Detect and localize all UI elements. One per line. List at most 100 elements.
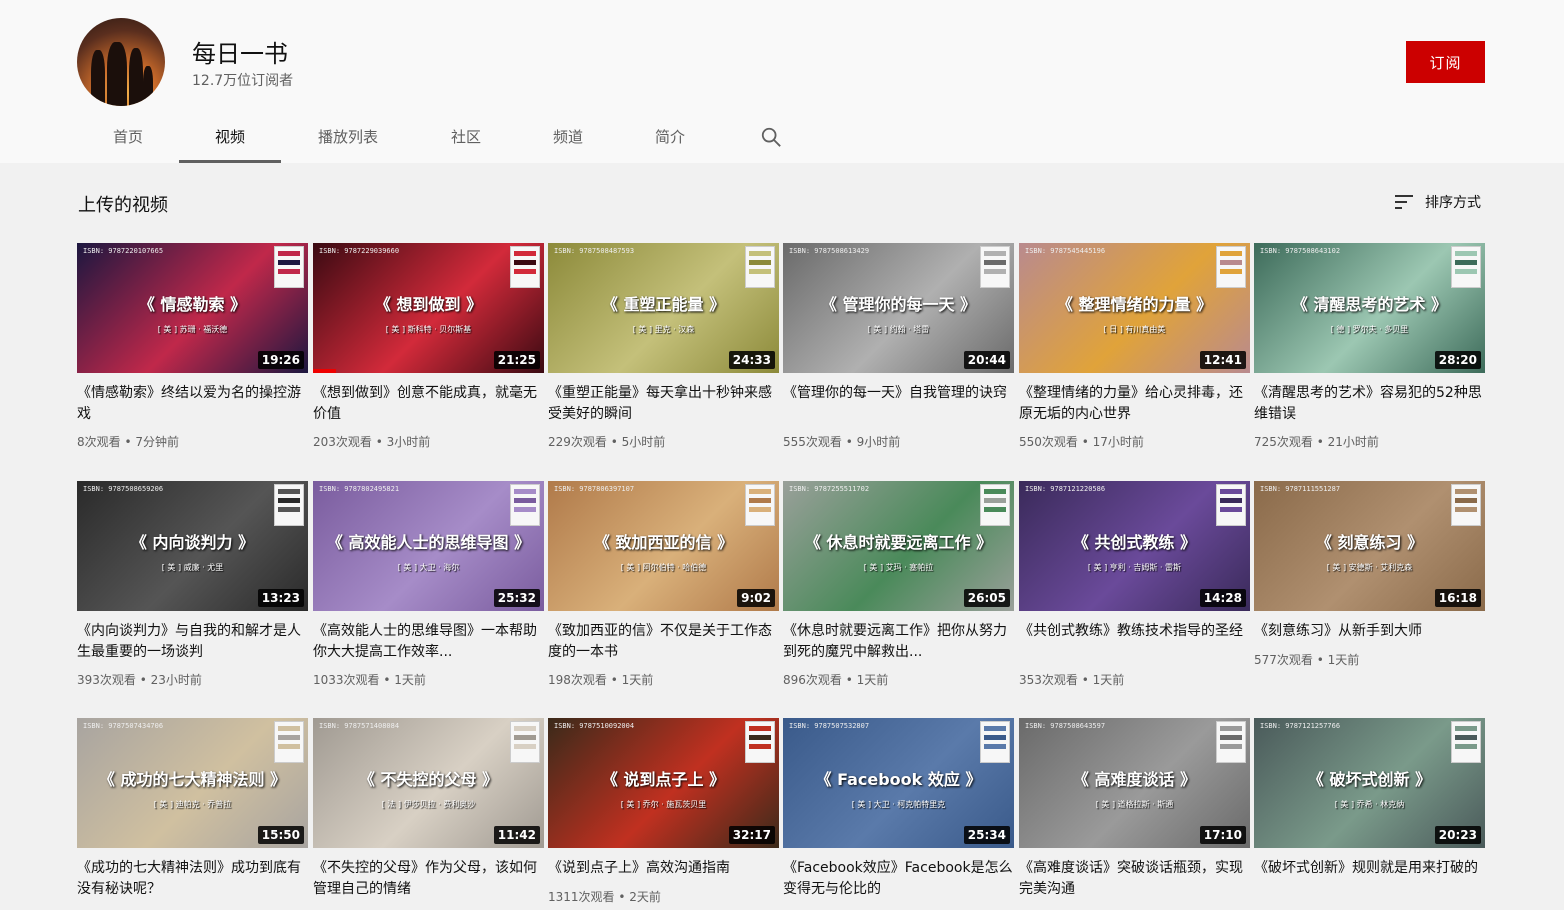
video-card[interactable]: ISBN: 9787508643102 《 清醒思考的艺术 》 [ 德 ] 罗尔夫 … bbox=[1254, 243, 1485, 450]
video-title[interactable]: 《成功的七大精神法则》成功到底有没有秘诀呢？ bbox=[77, 858, 308, 900]
thumbnail-isbn: ISBN: 9787121257766 bbox=[1260, 722, 1341, 730]
tab-channels[interactable]: 频道 bbox=[518, 116, 618, 163]
video-thumbnail[interactable]: ISBN: 9787802495821 《 高效能人士的思维导图 》 [ 美 ] 大… bbox=[313, 481, 544, 611]
video-card[interactable]: ISBN: 9787255511702 《 休息时就要远离工作 》 [ 美 ] 艾玛… bbox=[783, 481, 1014, 688]
video-card[interactable]: ISBN: 9787507532807 《 Facebook 效应 》 [ 美 ] … bbox=[783, 718, 1014, 900]
video-title[interactable]: 《内向谈判力》与自我的和解才是人生最重要的一场谈判 bbox=[77, 621, 308, 663]
video-thumbnail[interactable]: ISBN: 9787571408084 《 不失控的父母 》 [ 法 ] 伊莎贝拉 … bbox=[313, 718, 544, 848]
view-count: 203次观看 bbox=[313, 435, 372, 449]
video-thumbnail[interactable]: ISBN: 9787507532807 《 Facebook 效应 》 [ 美 ] … bbox=[783, 718, 1014, 848]
video-title[interactable]: 《管理你的每一天》自我管理的诀窍 bbox=[783, 383, 1014, 425]
thumbnail-isbn: ISBN: 9787545445196 bbox=[1025, 247, 1106, 255]
book-cover-image bbox=[1216, 484, 1246, 526]
video-card[interactable]: ISBN: 9787545445196 《 整理情绪的力量 》 [ 日 ] 有川真由… bbox=[1019, 243, 1250, 450]
thumbnail-isbn: ISBN: 9787508643102 bbox=[1260, 247, 1341, 255]
tab-playlists[interactable]: 播放列表 bbox=[298, 116, 398, 163]
video-card[interactable]: ISBN: 9787806397107 《 致加西亚的信 》 [ 美 ] 阿尔伯特 … bbox=[548, 481, 779, 688]
video-title[interactable]: 《不失控的父母》作为父母，该如何管理自己的情绪 bbox=[313, 858, 544, 900]
video-duration: 13:23 bbox=[257, 589, 304, 607]
tab-home[interactable]: 首页 bbox=[78, 116, 178, 163]
video-thumbnail[interactable]: ISBN: 9787507434706 《 成功的七大精神法则 》 [ 美 ] 迪帕… bbox=[77, 718, 308, 848]
tab-videos[interactable]: 视频 bbox=[179, 116, 281, 163]
video-thumbnail[interactable]: ISBN: 9787508613429 《 管理你的每一天 》 [ 美 ] 约翰 ·… bbox=[783, 243, 1014, 373]
video-duration: 21:25 bbox=[493, 351, 540, 369]
subscribe-button[interactable]: 订阅 bbox=[1406, 41, 1485, 83]
thumbnail-isbn: ISBN: 9787220107665 bbox=[83, 247, 164, 255]
upload-age: 1天前 bbox=[1327, 653, 1360, 667]
thumbnail-author: [ 德 ] 罗尔夫 · 多贝里 bbox=[1330, 325, 1409, 334]
view-count: 198次观看 bbox=[548, 673, 607, 687]
sort-label: 排序方式 bbox=[1425, 195, 1481, 211]
video-title[interactable]: 《共创式教练》教练技术指导的圣经 bbox=[1019, 621, 1250, 663]
thumbnail-title: 《 Facebook 效应 》 bbox=[815, 770, 982, 789]
video-meta: 1033次观看 • 1天前 bbox=[313, 671, 544, 688]
tab-community[interactable]: 社区 bbox=[416, 116, 516, 163]
video-thumbnail[interactable]: ISBN: 9787508487593 《 重塑正能量 》 [ 美 ] 里克 · 汉… bbox=[548, 243, 779, 373]
thumbnail-isbn: ISBN: 9787806397107 bbox=[554, 485, 635, 493]
view-count: 393次观看 bbox=[77, 673, 136, 687]
video-thumbnail[interactable]: ISBN: 9787121220586 《 共创式教练 》 [ 美 ] 亨利 · 吉… bbox=[1019, 481, 1250, 611]
video-title[interactable]: 《休息时就要远离工作》把你从努力到死的魔咒中解救出... bbox=[783, 621, 1014, 663]
video-thumbnail[interactable]: ISBN: 9787508659206 《 内向谈判力 》 [ 美 ] 威廉 · 尤… bbox=[77, 481, 308, 611]
video-title[interactable]: 《清醒思考的艺术》容易犯的52种思维错误 bbox=[1254, 383, 1485, 425]
book-cover-image bbox=[1451, 721, 1481, 763]
thumbnail-isbn: ISBN: 9787508643597 bbox=[1025, 722, 1106, 730]
video-title[interactable]: 《破坏式创新》规则就是用来打破的 bbox=[1254, 858, 1485, 900]
sort-button[interactable]: 排序方式 bbox=[1393, 191, 1481, 213]
video-thumbnail[interactable]: ISBN: 9787806397107 《 致加西亚的信 》 [ 美 ] 阿尔伯特 … bbox=[548, 481, 779, 611]
channel-avatar[interactable] bbox=[77, 18, 165, 106]
video-duration: 14:28 bbox=[1199, 589, 1246, 607]
video-meta: 550次观看 • 17小时前 bbox=[1019, 433, 1250, 450]
thumbnail-title: 《 情感勒索 》 bbox=[138, 295, 247, 314]
video-thumbnail[interactable]: ISBN: 9787545445196 《 整理情绪的力量 》 [ 日 ] 有川真由… bbox=[1019, 243, 1250, 373]
video-title[interactable]: 《Facebook效应》Facebook是怎么变得无与伦比的 bbox=[783, 858, 1014, 900]
thumbnail-title: 《 内向谈判力 》 bbox=[130, 533, 255, 552]
video-title[interactable]: 《高难度谈话》突破谈话瓶颈，实现完美沟通 bbox=[1019, 858, 1250, 900]
thumbnail-isbn: ISBN: 9787802495821 bbox=[319, 485, 400, 493]
video-thumbnail[interactable]: ISBN: 9787111551287 《 刻意练习 》 [ 美 ] 安德斯 · 艾… bbox=[1254, 481, 1485, 611]
video-title[interactable]: 《情感勒索》终结以爱为名的操控游戏 bbox=[77, 383, 308, 425]
video-card[interactable]: ISBN: 9787508659206 《 内向谈判力 》 [ 美 ] 威廉 · 尤… bbox=[77, 481, 308, 688]
video-thumbnail[interactable]: ISBN: 9787508643102 《 清醒思考的艺术 》 [ 德 ] 罗尔夫 … bbox=[1254, 243, 1485, 373]
video-card[interactable]: ISBN: 9787802495821 《 高效能人士的思维导图 》 [ 美 ] 大… bbox=[313, 481, 544, 688]
video-duration: 15:50 bbox=[257, 826, 304, 844]
video-duration: 25:34 bbox=[963, 826, 1010, 844]
video-card[interactable]: ISBN: 9787508613429 《 管理你的每一天 》 [ 美 ] 约翰 ·… bbox=[783, 243, 1014, 450]
thumbnail-title: 《 不失控的父母 》 bbox=[358, 770, 499, 789]
video-card[interactable]: ISBN: 9787510092004 《 说到点子上 》 [ 美 ] 乔尔 · 施… bbox=[548, 718, 779, 905]
thumbnail-isbn: ISBN: 9787229039660 bbox=[319, 247, 400, 255]
video-thumbnail[interactable]: ISBN: 9787229039660 《 想到做到 》 [ 美 ] 斯科特 · 贝… bbox=[313, 243, 544, 373]
video-card[interactable]: ISBN: 9787121220586 《 共创式教练 》 [ 美 ] 亨利 · 吉… bbox=[1019, 481, 1250, 688]
video-card[interactable]: ISBN: 9787571408084 《 不失控的父母 》 [ 法 ] 伊莎贝拉 … bbox=[313, 718, 544, 900]
upload-age: 7分钟前 bbox=[135, 435, 179, 449]
video-title[interactable]: 《想到做到》创意不能成真，就毫无价值 bbox=[313, 383, 544, 425]
search-icon[interactable] bbox=[760, 126, 782, 148]
video-card[interactable]: ISBN: 9787111551287 《 刻意练习 》 [ 美 ] 安德斯 · 艾… bbox=[1254, 481, 1485, 668]
thumbnail-title: 《 破坏式创新 》 bbox=[1307, 770, 1432, 789]
video-card[interactable]: ISBN: 9787508487593 《 重塑正能量 》 [ 美 ] 里克 · 汉… bbox=[548, 243, 779, 450]
thumbnail-author: [ 美 ] 迪帕克 · 乔普拉 bbox=[153, 800, 232, 809]
video-title[interactable]: 《整理情绪的力量》给心灵排毒，还原无垢的内心世界 bbox=[1019, 383, 1250, 425]
thumbnail-author: [ 法 ] 伊莎贝拉 · 费利奥沙 bbox=[381, 800, 476, 809]
view-count: 1033次观看 bbox=[313, 673, 380, 687]
video-card[interactable]: ISBN: 9787229039660 《 想到做到 》 [ 美 ] 斯科特 · 贝… bbox=[313, 243, 544, 450]
upload-age: 2天前 bbox=[629, 890, 661, 904]
thumbnail-isbn: ISBN: 9787507532807 bbox=[789, 722, 870, 730]
video-thumbnail[interactable]: ISBN: 9787220107665 《 情感勒索 》 [ 美 ] 苏珊 · 福沃… bbox=[77, 243, 308, 373]
video-thumbnail[interactable]: ISBN: 9787508643597 《 高难度谈话 》 [ 美 ] 道格拉斯 ·… bbox=[1019, 718, 1250, 848]
upload-age: 3小时前 bbox=[386, 435, 431, 449]
meta-separator: • bbox=[1077, 673, 1093, 687]
video-title[interactable]: 《致加西亚的信》不仅是关于工作态度的一本书 bbox=[548, 621, 779, 663]
video-card[interactable]: ISBN: 9787121257766 《 破坏式创新 》 [ 美 ] 乔希 · 林… bbox=[1254, 718, 1485, 900]
video-title[interactable]: 《重塑正能量》每天拿出十秒钟来感受美好的瞬间 bbox=[548, 383, 779, 425]
video-thumbnail[interactable]: ISBN: 9787255511702 《 休息时就要远离工作 》 [ 美 ] 艾玛… bbox=[783, 481, 1014, 611]
video-card[interactable]: ISBN: 9787507434706 《 成功的七大精神法则 》 [ 美 ] 迪帕… bbox=[77, 718, 308, 900]
video-card[interactable]: ISBN: 9787220107665 《 情感勒索 》 [ 美 ] 苏珊 · 福沃… bbox=[77, 243, 308, 450]
video-thumbnail[interactable]: ISBN: 9787121257766 《 破坏式创新 》 [ 美 ] 乔希 · 林… bbox=[1254, 718, 1485, 848]
video-card[interactable]: ISBN: 9787508643597 《 高难度谈话 》 [ 美 ] 道格拉斯 ·… bbox=[1019, 718, 1250, 900]
video-title[interactable]: 《高效能人士的思维导图》一本帮助你大大提高工作效率... bbox=[313, 621, 544, 663]
tab-about[interactable]: 简介 bbox=[620, 116, 720, 163]
video-thumbnail[interactable]: ISBN: 9787510092004 《 说到点子上 》 [ 美 ] 乔尔 · 施… bbox=[548, 718, 779, 848]
upload-age: 9小时前 bbox=[856, 435, 901, 449]
view-count: 229次观看 bbox=[548, 435, 607, 449]
